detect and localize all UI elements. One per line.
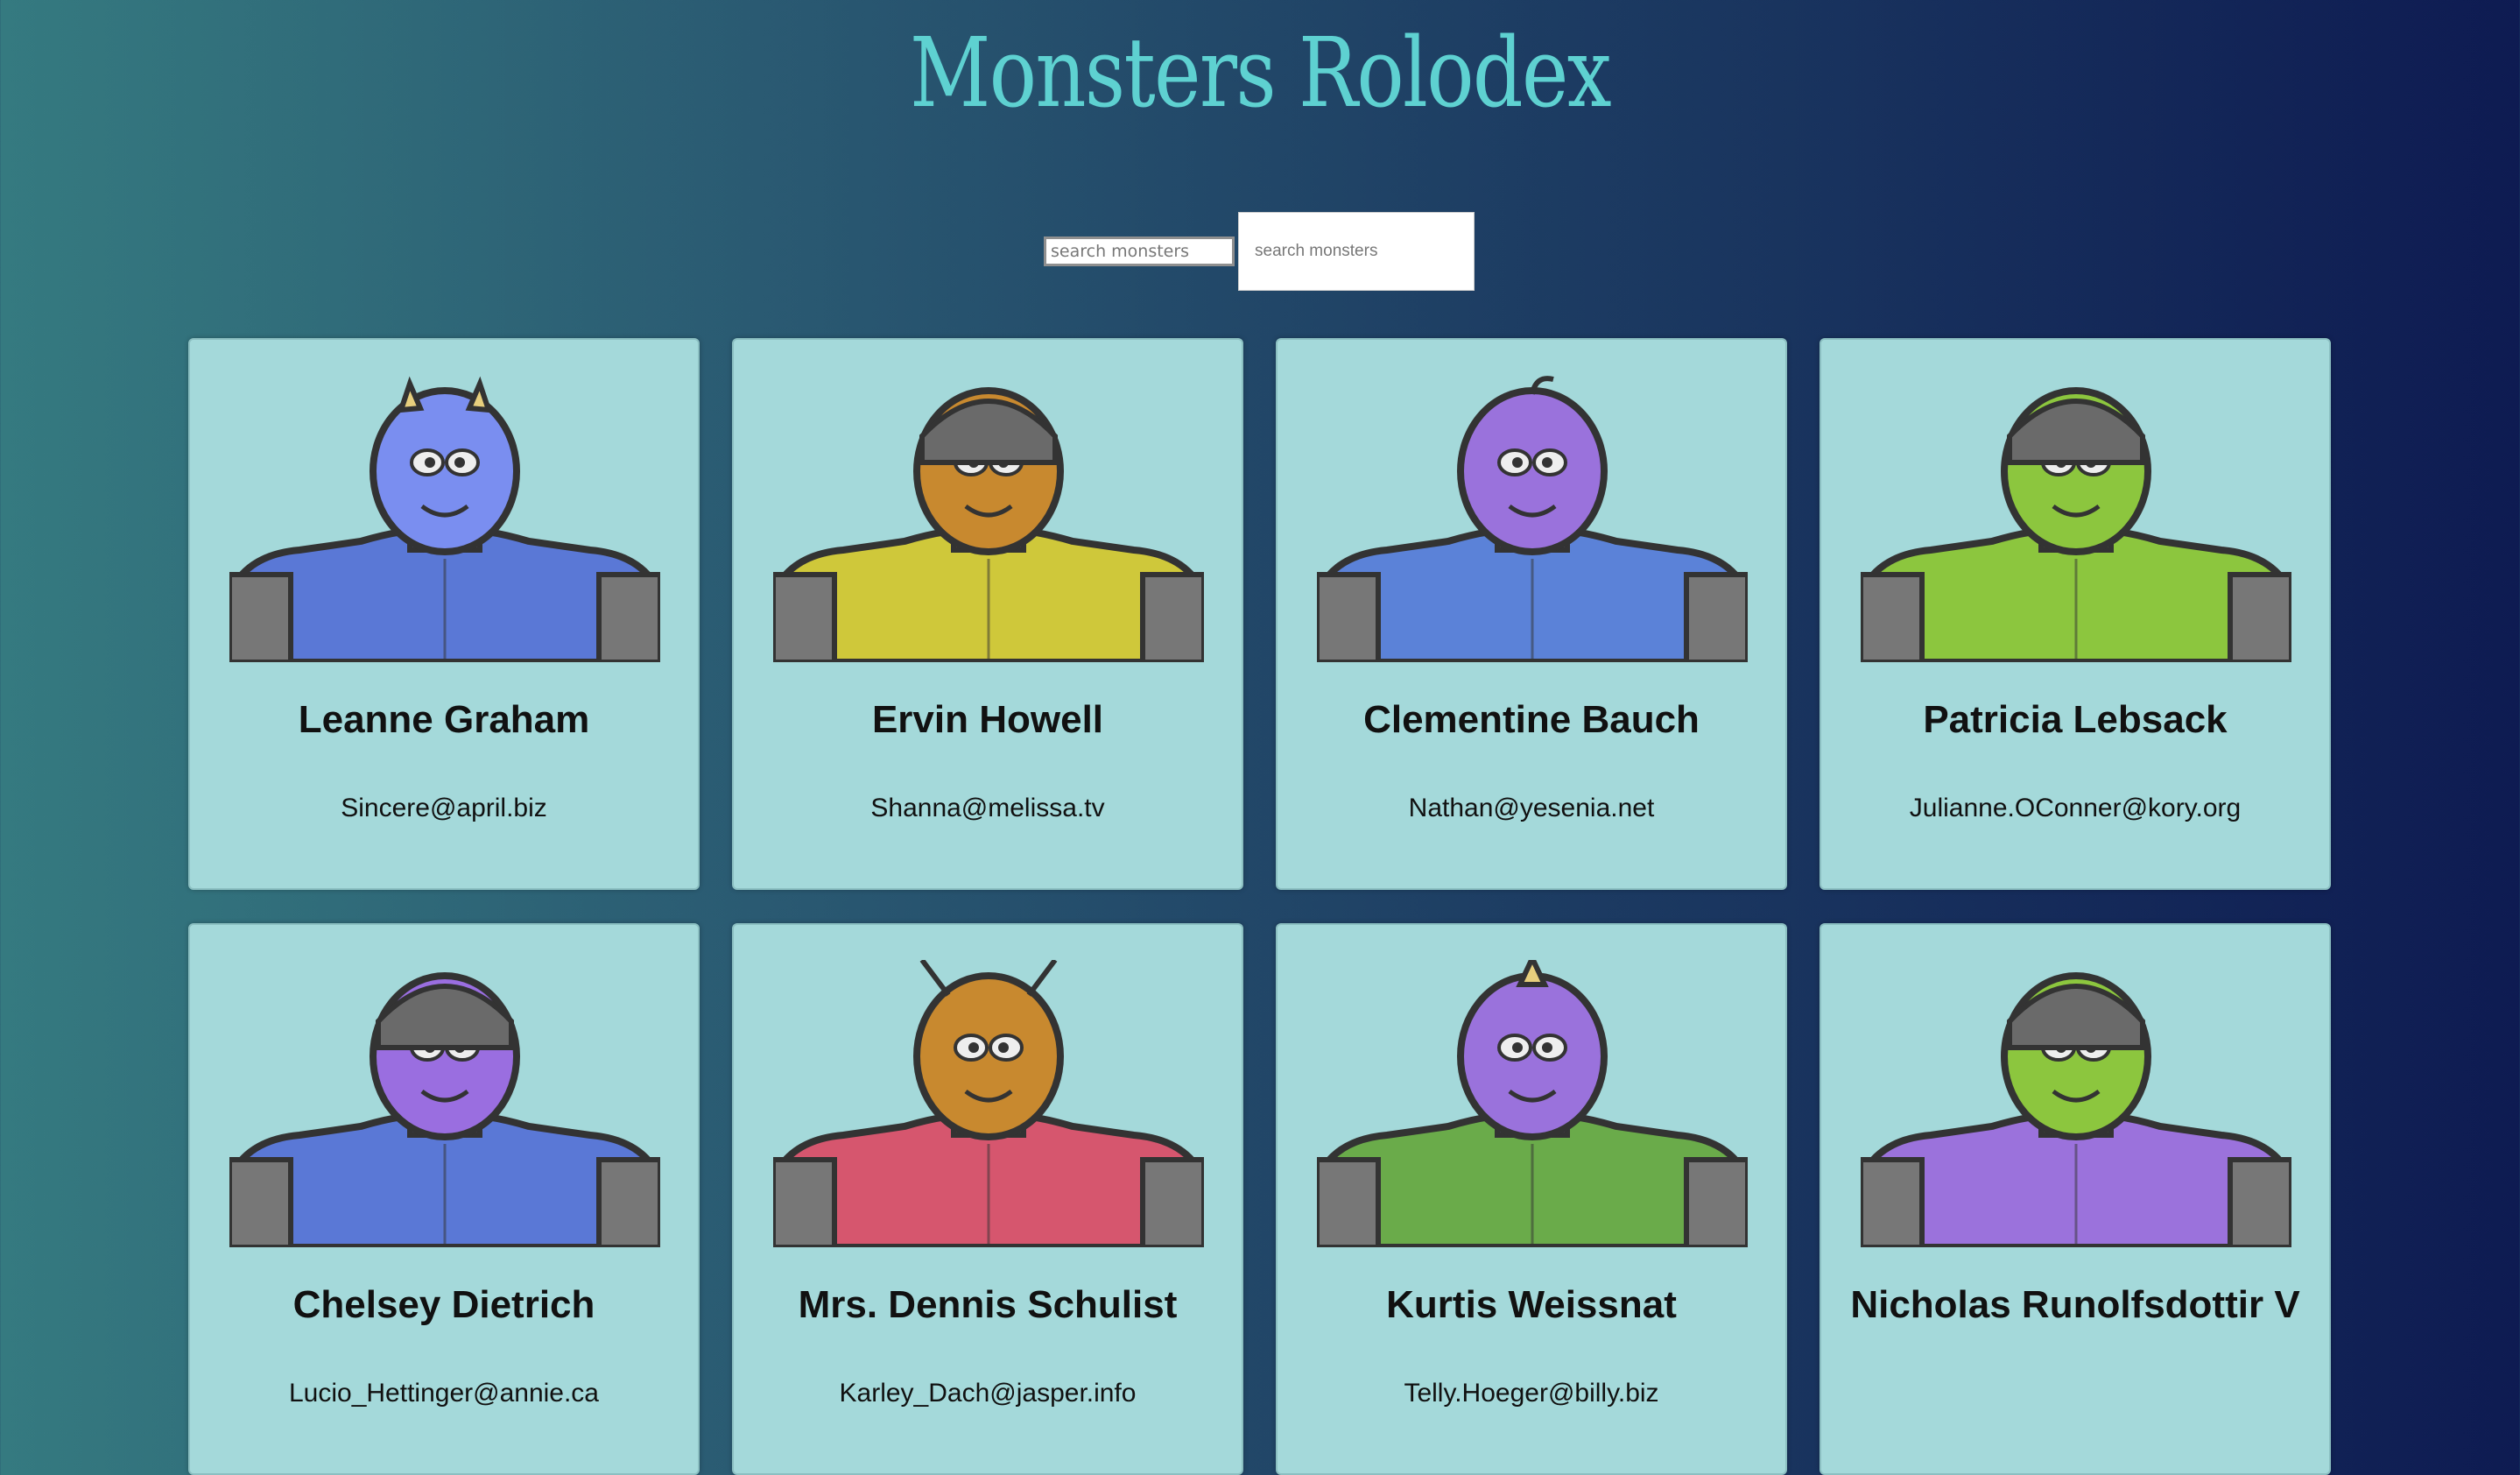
monster-name: Leanne Graham	[298, 698, 590, 741]
monster-name: Ervin Howell	[871, 698, 1104, 741]
monster-card[interactable]: Clementine Bauch Nathan@yesenia.net	[1276, 338, 1787, 890]
monster-name: Kurtis Weissnat	[1386, 1283, 1677, 1326]
monster-email: Julianne.OConner@kory.org	[1909, 794, 2242, 822]
search-input[interactable]	[1044, 236, 1235, 266]
monster-card[interactable]: Ervin Howell Shanna@melissa.tv	[732, 338, 1243, 890]
monster-email: Shanna@melissa.tv	[870, 794, 1105, 822]
monster-email: Sincere@april.biz	[341, 794, 547, 822]
monster-name: Clementine Bauch	[1363, 698, 1700, 741]
page-title: Monsters Rolodex	[910, 17, 1612, 129]
monster-card[interactable]: Patricia Lebsack Julianne.OConner@kory.o…	[1820, 338, 2331, 890]
monster-email: Lucio_Hettinger@annie.ca	[288, 1379, 599, 1408]
card-list: Leanne Graham Sincere@april.biz Ervin Ho…	[188, 338, 2331, 1475]
monster-name: Chelsey Dietrich	[292, 1283, 595, 1326]
monster-card[interactable]: Mrs. Dennis Schulist Karley_Dach@jasper.…	[732, 923, 1243, 1475]
monster-avatar	[1861, 972, 2291, 1247]
monster-avatar	[1317, 960, 1748, 1247]
monster-avatar	[229, 972, 660, 1247]
search-box[interactable]	[1238, 212, 1475, 291]
monster-card[interactable]: Leanne Graham Sincere@april.biz	[188, 338, 700, 890]
monster-name: Patricia Lebsack	[1923, 698, 2228, 741]
monster-name: Nicholas Runolfsdottir V	[1850, 1283, 2300, 1326]
monster-avatar	[1317, 376, 1748, 662]
monster-email: Nathan@yesenia.net	[1408, 794, 1655, 822]
monster-email: Karley_Dach@jasper.info	[839, 1379, 1137, 1408]
monster-name: Mrs. Dennis Schulist	[798, 1283, 1178, 1326]
monster-avatar	[773, 387, 1204, 662]
monster-email: Telly.Hoeger@billy.biz	[1404, 1379, 1659, 1408]
monster-card[interactable]: Kurtis Weissnat Telly.Hoeger@billy.biz	[1276, 923, 1787, 1475]
monster-avatar	[1861, 387, 2291, 662]
monster-avatar	[773, 960, 1204, 1247]
monster-card[interactable]: Nicholas Runolfsdottir V	[1820, 923, 2331, 1475]
monster-card[interactable]: Chelsey Dietrich Lucio_Hettinger@annie.c…	[188, 923, 700, 1475]
monster-avatar	[229, 376, 660, 662]
